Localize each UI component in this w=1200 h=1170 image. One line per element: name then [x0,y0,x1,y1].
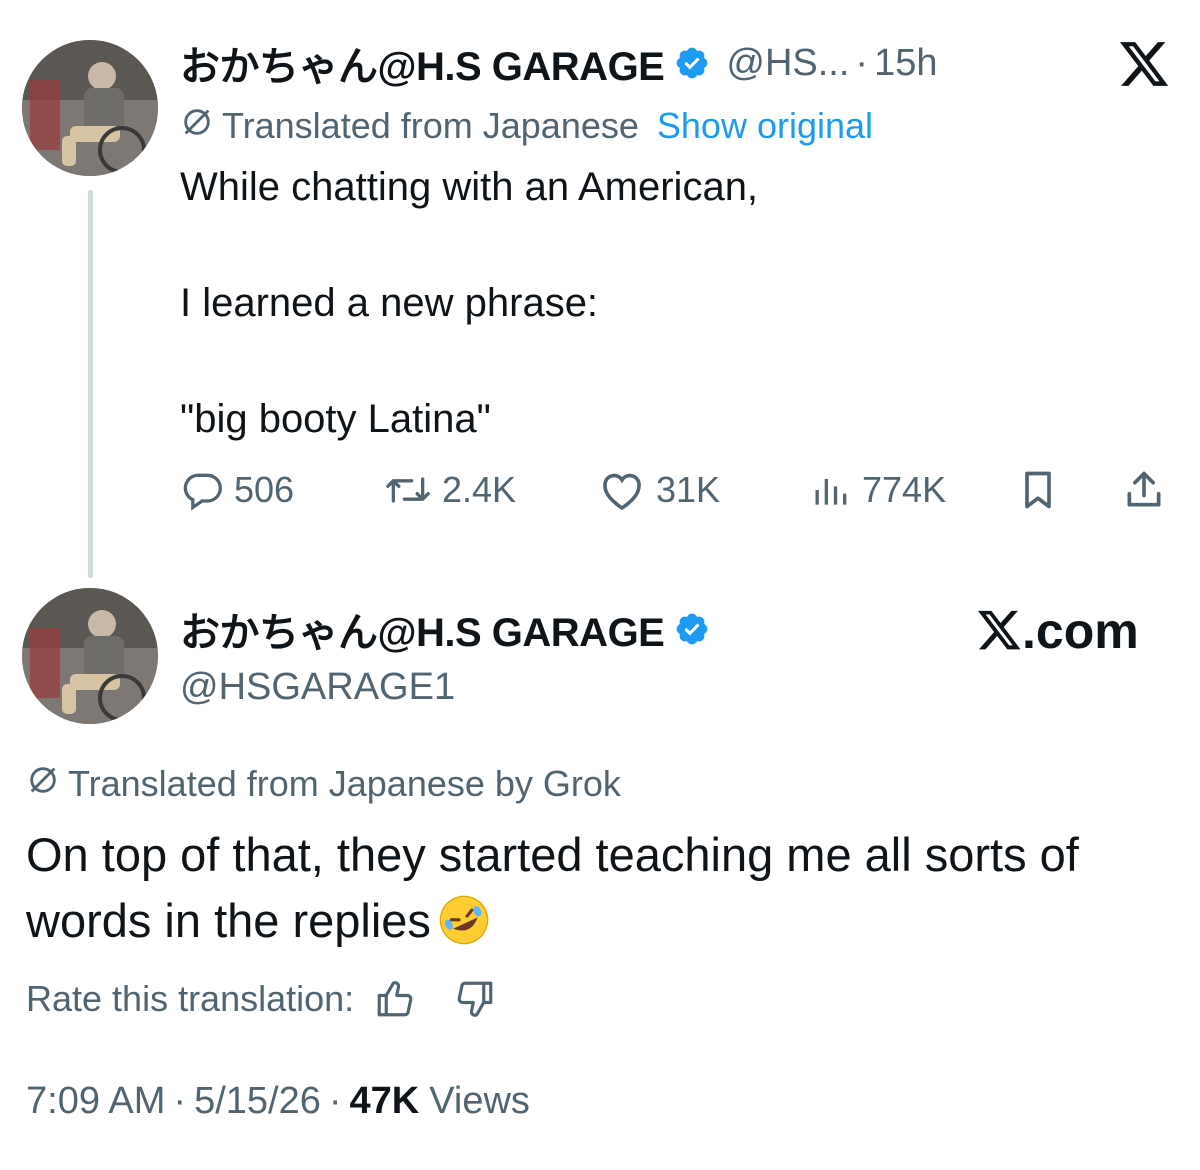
post-date[interactable]: 5/15/26 [194,1080,321,1123]
bookmark-icon [1016,468,1070,512]
translation-notice: Translated from Japanese Show original [180,104,873,148]
avatar[interactable] [22,40,158,176]
reply-translation-notice: Translated from Japanese by Grok [26,762,621,806]
x-com-logo[interactable]: .com [978,602,1139,660]
verified-badge-icon [674,45,710,81]
rolling-on-floor-laughing-emoji [437,893,491,964]
analytics-icon [808,468,862,512]
verified-badge-icon [674,611,710,647]
timestamp[interactable]: 15h [874,42,937,85]
share-icon [1122,468,1176,512]
rate-translation: Rate this translation: [26,978,496,1020]
views-count: 47K [349,1080,420,1122]
grok-translated-label: Translated from Japanese by Grok [68,763,621,804]
separator-dot: · [855,41,869,84]
reply-handle[interactable]: @HSGARAGE1 [180,666,455,709]
x-logo-icon [978,610,1022,652]
thumbs-up-icon[interactable] [374,978,416,1020]
repost-count: 2.4K [442,469,517,510]
tweet-meta: 7:09 AM · 5/15/26 · 47K Views [26,1080,530,1123]
thumbs-down-icon[interactable] [454,978,496,1020]
reply-button[interactable]: 506 [180,468,294,512]
like-count: 31K [656,469,721,510]
bookmark-button[interactable] [1016,468,1070,512]
x-logo-icon[interactable] [1120,42,1170,93]
rate-label: Rate this translation: [26,978,355,1019]
share-button[interactable] [1122,468,1176,512]
meta-separator: · [328,1080,342,1122]
reply-count: 506 [234,469,295,510]
reply-text: On top of that, they started teaching me… [26,828,1079,947]
tweet-header: おかちゃん@H.S GARAGE @HS... · 15h [180,38,937,90]
display-name[interactable]: おかちゃん@H.S GARAGE [180,34,665,92]
reply-display-name[interactable]: おかちゃん@H.S GARAGE [180,600,665,658]
thread-line [88,190,93,578]
tweet-text: While chatting with an American, I learn… [180,165,759,441]
reply-avatar[interactable] [22,588,158,724]
site-label: .com [1022,603,1139,659]
meta-separator: · [173,1080,187,1122]
repost-icon [384,468,442,512]
views-button[interactable]: 774K [808,468,946,512]
show-original-link[interactable]: Show original [657,105,873,147]
translate-globe-icon [26,763,60,806]
reply-header: おかちゃん@H.S GARAGE [180,604,710,655]
repost-button[interactable]: 2.4K [384,468,516,512]
post-time[interactable]: 7:09 AM [26,1080,165,1123]
handle[interactable]: @HS... [726,42,849,85]
translate-globe-icon [180,105,214,148]
action-bar: 506 2.4K 31K 774K [180,468,1170,518]
translated-label: Translated from Japanese [222,105,639,146]
views-count: 774K [862,469,947,510]
reply-icon [180,468,234,512]
views-label: Views [429,1080,530,1122]
like-button[interactable]: 31K [598,468,720,512]
heart-icon [598,468,656,512]
reply-text-block: On top of that, they started teaching me… [26,822,1186,964]
